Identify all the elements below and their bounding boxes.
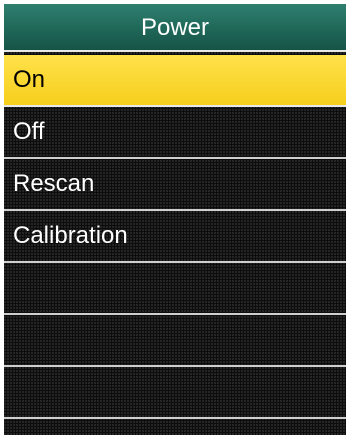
menu-item-empty [4, 367, 346, 419]
menu-item-off[interactable]: Off [4, 107, 346, 159]
menu-item-empty [4, 315, 346, 367]
menu-item-rescan[interactable]: Rescan [4, 159, 346, 211]
menu-item-label: On [13, 66, 46, 93]
menu-item-on[interactable]: On [4, 55, 346, 107]
menu-item-label: Rescan [13, 170, 95, 197]
screen-title: Power [4, 4, 346, 52]
menu-item-label: Off [13, 118, 45, 145]
power-menu: On Off Rescan Calibration [4, 55, 346, 419]
menu-item-calibration[interactable]: Calibration [4, 211, 346, 263]
menu-item-empty [4, 263, 346, 315]
menu-item-label: Calibration [13, 222, 128, 249]
device-screen: Power On Off Rescan Calibration [4, 4, 346, 435]
